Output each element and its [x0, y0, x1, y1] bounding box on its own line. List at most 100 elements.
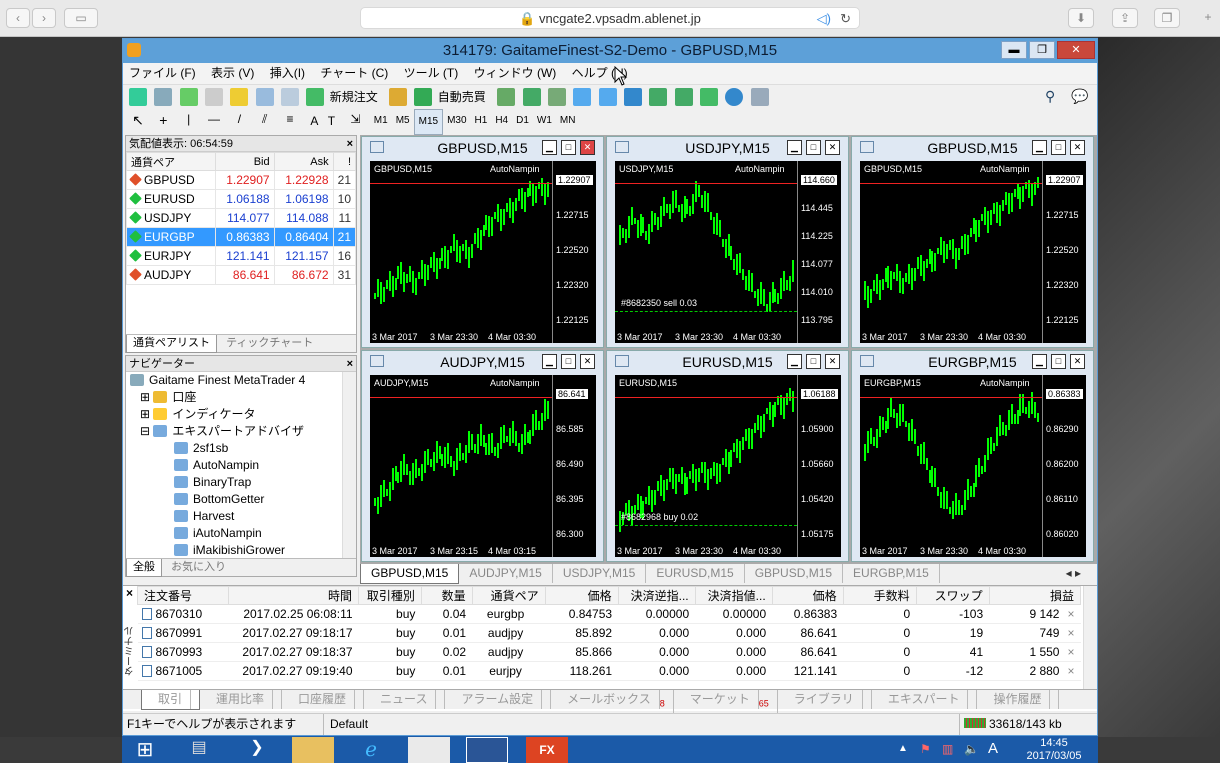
cursor-icon[interactable]: ↖ [129, 112, 147, 130]
expert-item[interactable]: iMakibishiGrower [130, 542, 356, 559]
trade-col-header[interactable]: 損益 [988, 586, 1081, 605]
text-tool-t[interactable]: T [328, 109, 335, 133]
expert-item[interactable]: iAutoNampin [130, 525, 356, 542]
terminal-tab[interactable]: マーケット 65 [674, 690, 778, 714]
terminal-tab[interactable]: 運用比率 [200, 690, 283, 709]
text-tool-a[interactable]: A [310, 109, 318, 133]
chart-tab[interactable]: USDJPY,M15 [553, 564, 647, 583]
timeframe-m1[interactable]: M1 [370, 109, 392, 133]
menu-chart[interactable]: チャート (C) [314, 63, 394, 84]
tray-flag-icon[interactable]: ⚑ [920, 742, 931, 756]
fx-icon[interactable]: FX [526, 737, 568, 763]
timeframe-m5[interactable]: M5 [392, 109, 414, 133]
chart-close-icon[interactable]: ✕ [825, 354, 840, 369]
tree-accounts[interactable]: ⊞ 口座 [130, 389, 356, 406]
timeframe-w1[interactable]: W1 [533, 109, 556, 133]
chart-window[interactable]: EURGBP,M15 ▁ □ ✕ EURGBP,M15 AutoNampin 0.86383… [851, 350, 1094, 562]
chart-minimize-icon[interactable]: ▁ [542, 354, 557, 369]
close-icon[interactable]: × [347, 356, 353, 372]
trade-col-header[interactable]: 決済逆指... [617, 586, 696, 605]
chart-window[interactable]: GBPUSD,M15 ▁ □ ✕ GBPUSD,M15 AutoNampin 1.22907… [851, 136, 1094, 348]
close-button[interactable]: ✕ [1057, 41, 1095, 59]
vertical-line-icon[interactable]: | [180, 112, 198, 130]
chart-maximize-icon[interactable]: □ [561, 140, 576, 155]
trade-row[interactable]: 8670991 2017.02.27 09:18:17 buy 0.01 audjpy 8… [137, 623, 1081, 643]
close-icon[interactable]: × [347, 136, 353, 152]
chat-icon[interactable]: 💬 [1071, 88, 1089, 106]
menu-view[interactable]: 表示 (V) [205, 63, 260, 84]
trade-col-header[interactable]: 時間 [228, 586, 360, 605]
ime-indicator[interactable]: A [988, 740, 998, 757]
tab-scroll-icon[interactable]: ◂ ▸ [1056, 564, 1091, 583]
sidebar-icon[interactable]: ▭ [64, 8, 98, 28]
chart-minimize-icon[interactable]: ▁ [1032, 140, 1047, 155]
trade-col-header[interactable]: 価格 [771, 586, 844, 605]
terminal-tab[interactable]: ライブラリ [778, 690, 872, 709]
expert-item[interactable]: BottomGetter [130, 491, 356, 508]
crosshair-icon[interactable]: + [154, 112, 172, 130]
trade-col-header[interactable]: 価格 [544, 586, 619, 605]
timeframe-mn[interactable]: MN [556, 109, 580, 133]
terminal-icon[interactable] [255, 88, 274, 106]
chart-shift-icon[interactable] [649, 88, 668, 106]
data-window-icon[interactable] [205, 88, 224, 106]
tab-common[interactable]: 全般 [126, 559, 162, 577]
quote-row[interactable]: GBPUSD 1.22907 1.22928 21 [126, 170, 357, 190]
trade-col-header[interactable]: 注文番号 [137, 586, 230, 605]
reload-icon[interactable]: ↻ [840, 8, 851, 29]
col-symbol[interactable]: 通貨ペア [126, 152, 216, 171]
navigator-scrollbar[interactable] [342, 372, 356, 558]
price-chart[interactable]: EURUSD,M15 1.06188 1.05900 1.05660 1.05420 1.… [615, 375, 841, 557]
chart-minimize-icon[interactable]: ▁ [1032, 354, 1047, 369]
menu-window[interactable]: ウィンドウ (W) [468, 63, 563, 84]
candlestick-icon[interactable] [522, 88, 541, 106]
new-chart-icon[interactable] [129, 88, 147, 106]
terminal-tab[interactable]: エキスパート [872, 690, 978, 709]
terminal-tab[interactable]: 操作履歴 [977, 690, 1060, 709]
tray-volume-icon[interactable]: 🔈 [964, 742, 979, 756]
autoscroll-icon[interactable] [674, 88, 693, 106]
chart-close-icon[interactable]: ✕ [580, 140, 595, 155]
mt4-icon[interactable] [408, 737, 450, 763]
col-bid[interactable]: Bid [214, 152, 275, 171]
chart-window[interactable]: EURUSD,M15 ▁ □ ✕ EURUSD,M15 1.06188 1.05900 1.0… [606, 350, 849, 562]
close-order-icon[interactable]: × [1067, 607, 1074, 621]
fibonacci-icon[interactable]: ≡ [281, 112, 299, 130]
close-order-icon[interactable]: × [1067, 645, 1074, 659]
chart-maximize-icon[interactable]: □ [806, 140, 821, 155]
line-chart-icon[interactable] [547, 88, 566, 106]
chart-close-icon[interactable]: ✕ [580, 354, 595, 369]
start-icon[interactable]: ⊞ [124, 737, 166, 763]
price-chart[interactable]: AUDJPY,M15 AutoNampin 86.641 86.585 86.490 86… [370, 375, 596, 557]
chart-maximize-icon[interactable]: □ [561, 354, 576, 369]
chart-window[interactable]: USDJPY,M15 ▁ □ ✕ USDJPY,M15 AutoNampin 114.660… [606, 136, 849, 348]
expert-item[interactable]: AutoNampin [130, 457, 356, 474]
share-icon[interactable]: ⇪ [1112, 8, 1138, 28]
chart-window[interactable]: AUDJPY,M15 ▁ □ ✕ AUDJPY,M15 AutoNampin 86.641 8… [361, 350, 604, 562]
menu-insert[interactable]: 挿入(I) [264, 63, 311, 84]
terminal-tab[interactable]: 口座履歴 [282, 690, 365, 709]
profiles-icon[interactable] [154, 88, 173, 106]
tab-favorites[interactable]: お気に入り [165, 559, 232, 576]
horizontal-line-icon[interactable]: — [205, 112, 223, 130]
auto-trade-icon[interactable] [414, 88, 433, 106]
tabs-icon[interactable]: ❐ [1154, 8, 1180, 28]
chart-tab[interactable]: EURUSD,M15 [646, 564, 745, 583]
quote-row[interactable]: USDJPY 114.077 114.088 11 [126, 208, 357, 228]
navigator-icon[interactable] [230, 88, 249, 106]
metaeditor-icon[interactable] [389, 88, 408, 106]
ie-icon[interactable]: ℯ [350, 737, 392, 763]
quote-row[interactable]: EURJPY 121.141 121.157 16 [126, 246, 357, 266]
tree-root[interactable]: Gaitame Finest MetaTrader 4 [130, 372, 356, 389]
timeframe-d1[interactable]: D1 [512, 109, 533, 133]
auto-trade-button[interactable]: 自動売買 [438, 85, 486, 109]
audio-icon[interactable]: ◁) [817, 8, 831, 29]
tab-tick-chart[interactable]: ティックチャート [220, 335, 319, 352]
tree-experts[interactable]: ⊟ エキスパートアドバイザ [130, 423, 356, 440]
timeframe-m30[interactable]: M30 [443, 109, 470, 133]
zoom-in-icon[interactable] [573, 88, 592, 106]
chart-tab[interactable]: EURGBP,M15 [843, 564, 940, 583]
trendline-icon[interactable]: / [230, 112, 248, 130]
quote-row[interactable]: EURGBP 0.86383 0.86404 21 [126, 227, 357, 247]
download-icon[interactable]: ⬇ [1068, 8, 1094, 28]
